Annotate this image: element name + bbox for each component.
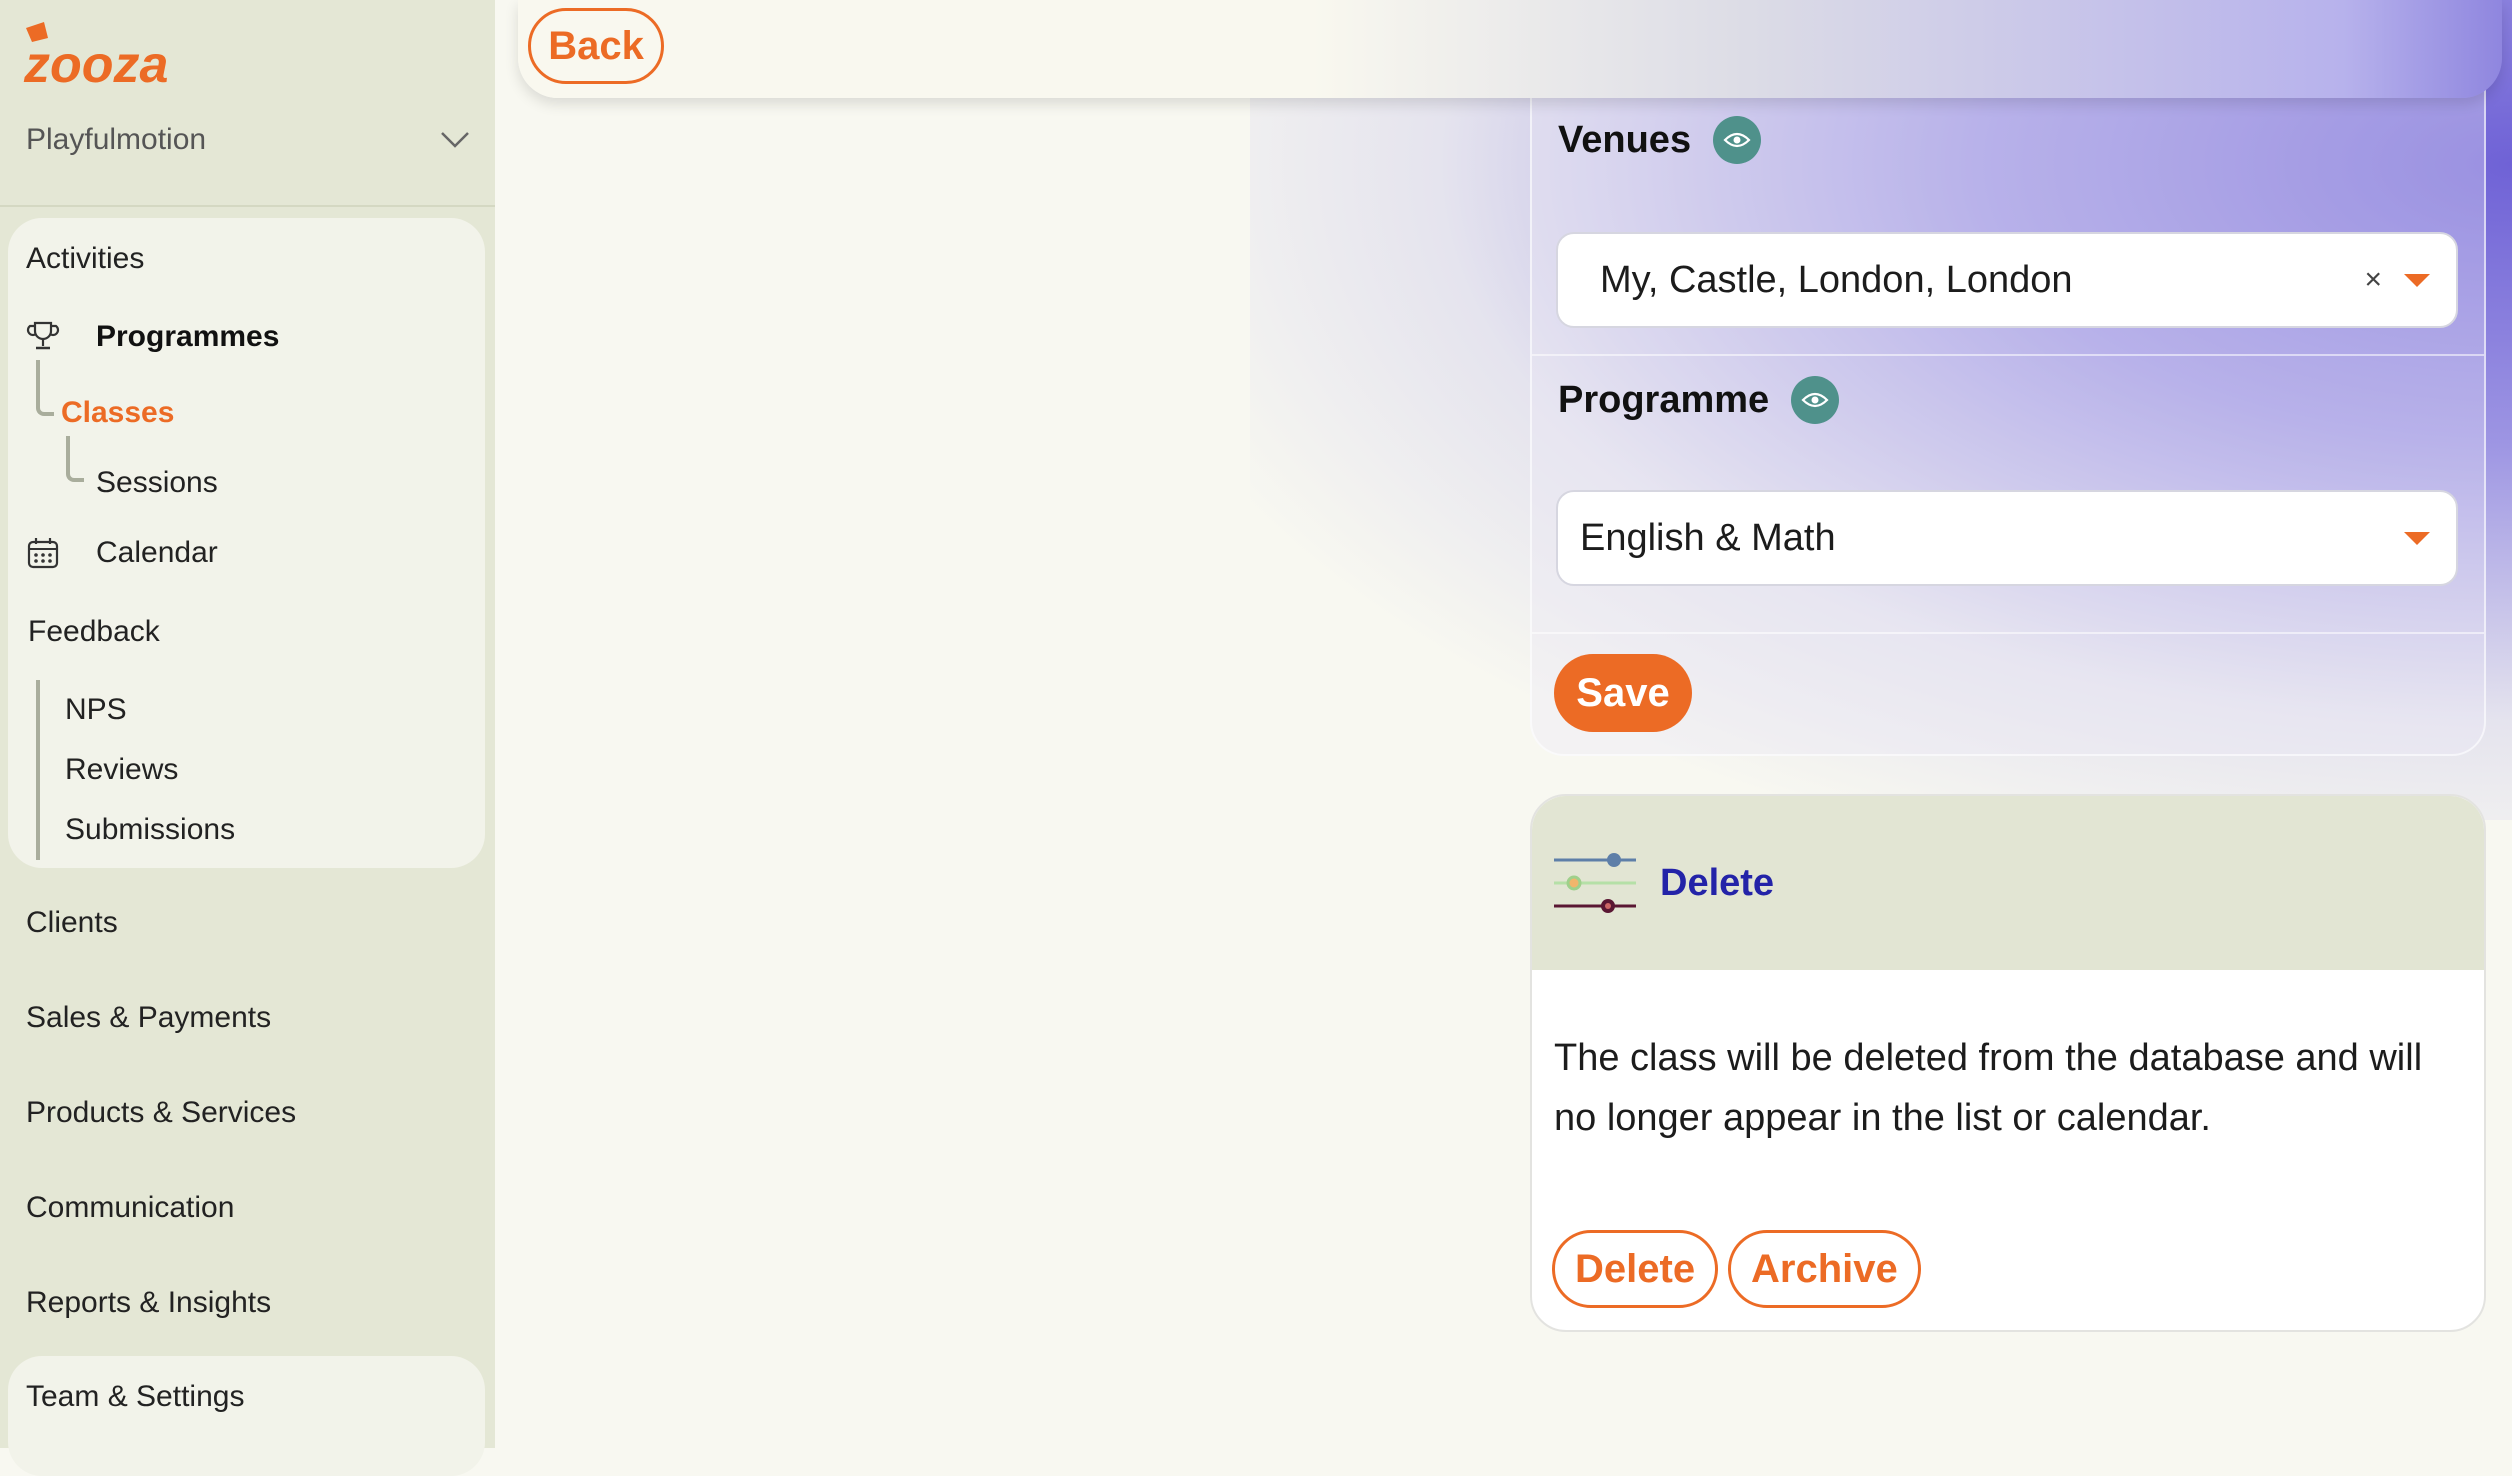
zooza-logo[interactable]: zooza (22, 20, 167, 90)
section-divider (1532, 354, 2484, 356)
tree-connector (36, 360, 54, 416)
section-divider (1532, 632, 2484, 634)
venues-label-row: Venues (1558, 116, 1762, 164)
delete-card: Delete The class will be deleted from th… (1530, 794, 2486, 1332)
sidebar-item-products-services[interactable]: Products & Services (26, 1096, 296, 1130)
organization-select[interactable]: Playfulmotion (26, 118, 470, 162)
sidebar-item-programmes[interactable]: Programmes (96, 320, 279, 354)
sidebar-item-team-settings[interactable]: Team & Settings (26, 1380, 244, 1414)
caret-down-icon (2404, 531, 2430, 545)
team-settings-card: Team & Settings (8, 1356, 485, 1476)
tree-connector (36, 680, 40, 860)
calendar-icon (27, 538, 59, 569)
sidebar-item-nps[interactable]: NPS (65, 693, 127, 727)
back-button[interactable]: Back (528, 8, 664, 84)
sidebar-item-submissions[interactable]: Submissions (65, 813, 235, 847)
programme-label-row: Programme (1558, 376, 1840, 424)
clear-icon[interactable]: × (2364, 263, 2382, 297)
sidebar-item-sales-payments[interactable]: Sales & Payments (26, 1001, 271, 1035)
tree-connector (66, 436, 84, 482)
sidebar-item-calendar[interactable]: Calendar (96, 536, 218, 570)
delete-description: The class will be deleted from the datab… (1554, 1037, 2423, 1139)
archive-button[interactable]: Archive (1728, 1230, 1921, 1308)
eye-icon[interactable] (1713, 116, 1762, 164)
delete-card-header: Delete (1532, 796, 2484, 970)
programme-selected-value: English & Math (1580, 516, 1836, 559)
chevron-down-icon (441, 132, 469, 148)
sidebar-item-reports-insights[interactable]: Reports & Insights (26, 1286, 271, 1320)
caret-down-icon (2404, 273, 2430, 287)
save-button[interactable]: Save (1554, 654, 1692, 732)
sidebar-item-classes[interactable]: Classes (61, 396, 174, 430)
delete-card-title: Delete (1660, 861, 1775, 904)
sidebar-item-reviews[interactable]: Reviews (65, 753, 178, 787)
venues-select[interactable]: My, Castle, London, London × (1556, 232, 2458, 328)
venues-selected-value: My, Castle, London, London (1600, 258, 2073, 301)
class-form-panel: Venues My, Castle, London, London × Prog… (1530, 60, 2486, 756)
venues-label: Venues (1558, 118, 1692, 161)
sidebar-divider (0, 205, 495, 207)
sidebar-heading-feedback[interactable]: Feedback (28, 615, 160, 649)
sidebar: zooza Playfulmotion Activities Programme… (0, 0, 495, 1476)
sidebar-heading-activities[interactable]: Activities (26, 242, 144, 276)
programme-select[interactable]: English & Math (1556, 490, 2458, 586)
eye-icon[interactable] (1791, 376, 1840, 424)
sidebar-item-clients[interactable]: Clients (26, 906, 118, 940)
activities-nav-card: Activities Programmes Classes Sessions C… (8, 218, 485, 868)
organization-name: Playfulmotion (26, 123, 207, 156)
sidebar-item-communication[interactable]: Communication (26, 1191, 234, 1225)
programme-label: Programme (1558, 378, 1770, 421)
svg-text:zooza: zooza (23, 36, 167, 90)
top-bar: Back (518, 0, 2502, 98)
sliders-icon (1554, 853, 1636, 913)
sidebar-item-sessions[interactable]: Sessions (96, 466, 218, 500)
delete-button[interactable]: Delete (1552, 1230, 1719, 1308)
trophy-icon (26, 321, 60, 350)
